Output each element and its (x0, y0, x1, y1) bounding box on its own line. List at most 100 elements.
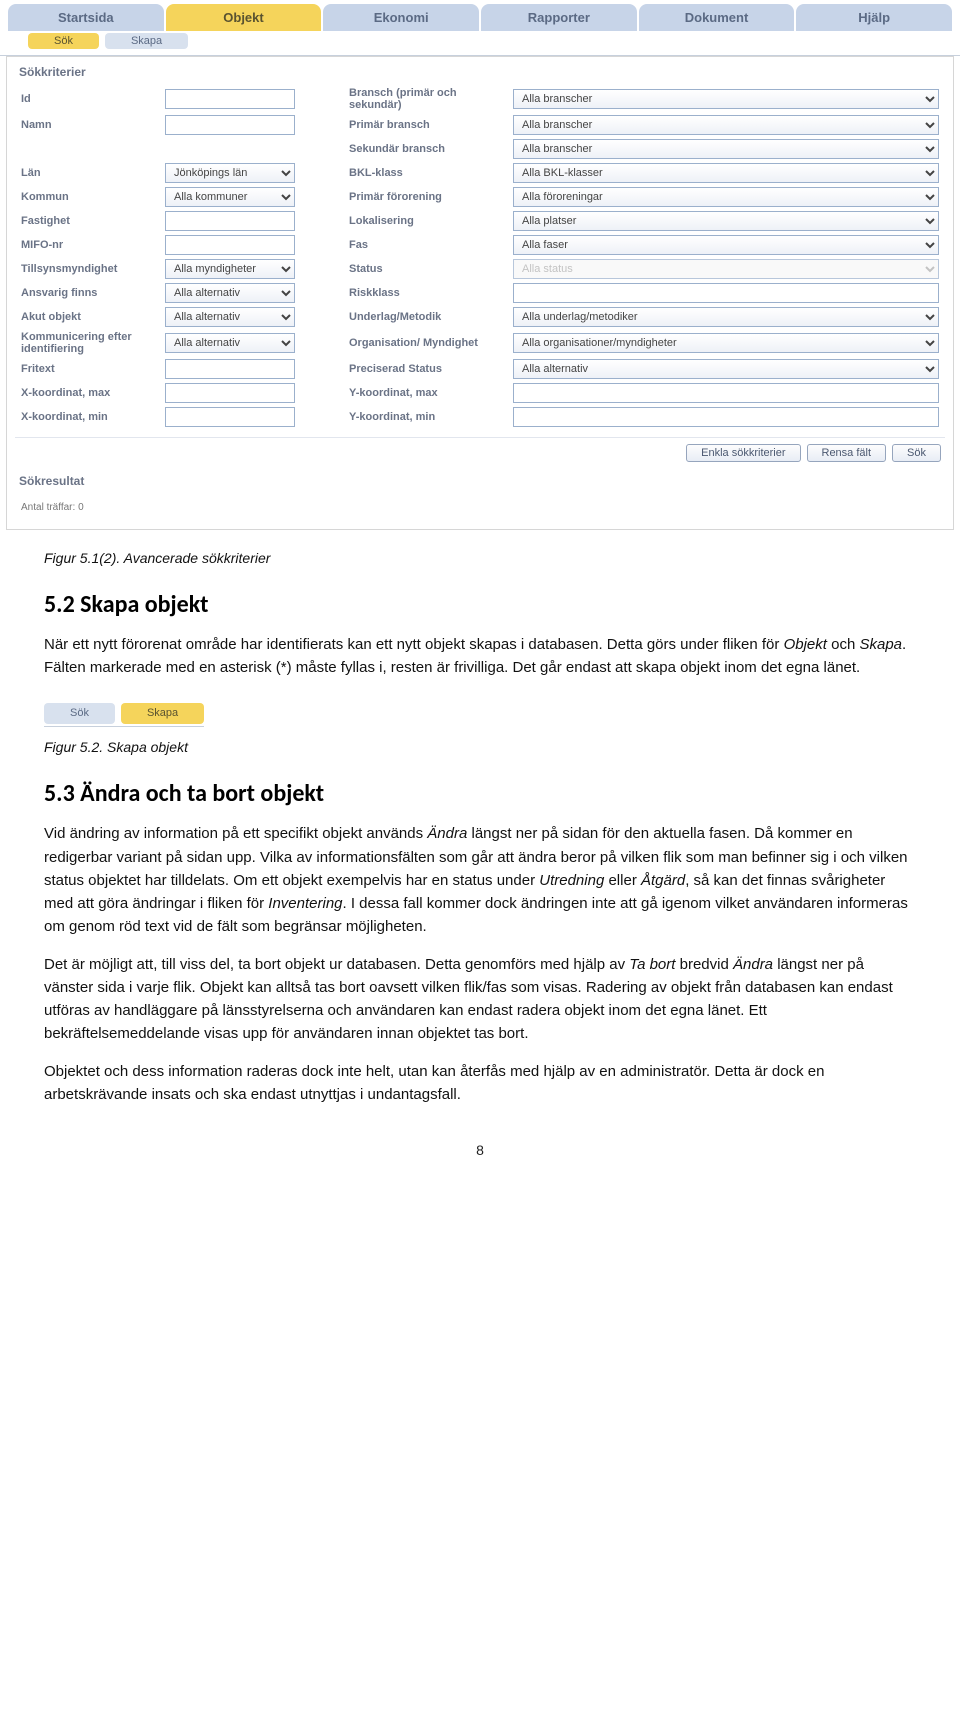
left-input-10[interactable]: Alla alternativ (165, 333, 295, 353)
figure-caption-5-2: Figur 5.2. Skapa objekt (44, 737, 916, 759)
right-input-3[interactable]: Alla BKL-klasser (513, 163, 939, 183)
button-row: Enkla sökkriterier Rensa fält Sök (7, 442, 953, 466)
right-label-12: Y-koordinat, max (349, 387, 499, 399)
left-input-5[interactable] (165, 211, 295, 231)
document-body: Figur 5.1(2). Avancerade sökkriterier 5.… (0, 530, 960, 1202)
right-field-5: Alla platser (513, 211, 939, 231)
right-label-4: Primär förorening (349, 191, 499, 203)
right-input-6[interactable]: Alla faser (513, 235, 939, 255)
figure-subnav-5-2: SökSkapa (44, 703, 204, 727)
left-field-0 (165, 89, 335, 109)
left-input-1[interactable] (165, 115, 295, 135)
right-field-3: Alla BKL-klasser (513, 163, 939, 183)
left-label-11: Fritext (21, 363, 151, 375)
topnav-tab-objekt[interactable]: Objekt (166, 4, 322, 31)
right-field-10: Alla organisationer/myndigheter (513, 333, 939, 353)
right-label-2: Sekundär bransch (349, 143, 499, 155)
left-input-0[interactable] (165, 89, 295, 109)
left-input-9[interactable]: Alla alternativ (165, 307, 295, 327)
right-input-2[interactable]: Alla branscher (513, 139, 939, 159)
search-panel: Sökkriterier Id Bransch (primär och sekun… (6, 56, 954, 530)
subnav-pill-sök[interactable]: Sök (28, 33, 99, 49)
left-input-6[interactable] (165, 235, 295, 255)
right-label-0: Bransch (primär och sekundär) (349, 87, 499, 111)
left-label-13: X-koordinat, min (21, 411, 151, 423)
left-field-8: Alla alternativ (165, 283, 335, 303)
left-label-4: Kommun (21, 191, 151, 203)
left-field-9: Alla alternativ (165, 307, 335, 327)
left-field-11 (165, 359, 335, 379)
left-field-12 (165, 383, 335, 403)
left-input-7[interactable]: Alla myndigheter (165, 259, 295, 279)
left-label-12: X-koordinat, max (21, 387, 151, 399)
search-form-grid: Id Bransch (primär och sekundär) Alla bran… (7, 87, 953, 427)
right-label-10: Organisation/ Myndighet (349, 337, 499, 349)
right-label-7: Status (349, 263, 499, 275)
right-input-5[interactable]: Alla platser (513, 211, 939, 231)
left-label-5: Fastighet (21, 215, 151, 227)
left-input-13[interactable] (165, 407, 295, 427)
right-label-3: BKL-klass (349, 167, 499, 179)
left-field-13 (165, 407, 335, 427)
right-label-6: Fas (349, 239, 499, 251)
right-input-1[interactable]: Alla branscher (513, 115, 939, 135)
right-input-11[interactable]: Alla alternativ (513, 359, 939, 379)
left-input-12[interactable] (165, 383, 295, 403)
left-label-6: MIFO-nr (21, 239, 151, 251)
heading-5-2: 5.2 Skapa objekt (44, 586, 916, 623)
left-input-8[interactable]: Alla alternativ (165, 283, 295, 303)
right-field-13 (513, 407, 939, 427)
left-field-3: Jönköpings län (165, 163, 335, 183)
right-field-2: Alla branscher (513, 139, 939, 159)
right-input-0[interactable]: Alla branscher (513, 89, 939, 109)
left-field-6 (165, 235, 335, 255)
rensa-button[interactable]: Rensa fält (807, 444, 887, 462)
right-field-9: Alla underlag/metodiker (513, 307, 939, 327)
fig-subnav-sök: Sök (44, 703, 115, 724)
left-label-9: Akut objekt (21, 311, 151, 323)
right-field-11: Alla alternativ (513, 359, 939, 379)
enkla-button[interactable]: Enkla sökkriterier (686, 444, 800, 462)
right-label-11: Preciserad Status (349, 363, 499, 375)
topnav-tab-ekonomi[interactable]: Ekonomi (323, 4, 479, 31)
hits-count: Antal träffar: 0 (7, 496, 953, 523)
right-input-7: Alla status (513, 259, 939, 279)
right-label-13: Y-koordinat, min (349, 411, 499, 423)
left-field-1 (165, 115, 335, 135)
topnav-tab-dokument[interactable]: Dokument (639, 4, 795, 31)
figure-caption-5-1-2: Figur 5.1(2). Avancerade sökkriterier (44, 548, 916, 570)
search-criteria-title: Sökkriterier (7, 57, 953, 87)
heading-5-3: 5.3 Ändra och ta bort objekt (44, 775, 916, 812)
right-input-4[interactable]: Alla föroreningar (513, 187, 939, 207)
right-input-9[interactable]: Alla underlag/metodiker (513, 307, 939, 327)
right-field-1: Alla branscher (513, 115, 939, 135)
right-input-8[interactable] (513, 283, 939, 303)
paragraph-5-3-1: Vid ändring av information på ett specif… (44, 822, 916, 938)
right-input-13[interactable] (513, 407, 939, 427)
topnav-tab-startsida[interactable]: Startsida (8, 4, 164, 31)
right-field-0: Alla branscher (513, 89, 939, 109)
left-field-4: Alla kommuner (165, 187, 335, 207)
sok-button[interactable]: Sök (892, 444, 941, 462)
left-label-10: Kommunicering efter identifiering (21, 331, 151, 355)
right-field-12 (513, 383, 939, 403)
right-field-4: Alla föroreningar (513, 187, 939, 207)
left-input-11[interactable] (165, 359, 295, 379)
subnav-pill-skapa[interactable]: Skapa (105, 33, 188, 49)
separator (15, 437, 945, 438)
left-label-1: Namn (21, 119, 151, 131)
page-number: 8 (44, 1140, 916, 1162)
topnav-tab-hjälp[interactable]: Hjälp (796, 4, 952, 31)
left-label-0: Id (21, 93, 151, 105)
left-input-4[interactable]: Alla kommuner (165, 187, 295, 207)
left-label-7: Tillsynsmyndighet (21, 263, 151, 275)
right-input-10[interactable]: Alla organisationer/myndigheter (513, 333, 939, 353)
left-label-3: Län (21, 167, 151, 179)
topnav-tab-rapporter[interactable]: Rapporter (481, 4, 637, 31)
right-input-12[interactable] (513, 383, 939, 403)
right-label-9: Underlag/Metodik (349, 311, 499, 323)
left-field-5 (165, 211, 335, 231)
paragraph-5-2: När ett nytt förorenat område har identi… (44, 633, 916, 680)
left-field-10: Alla alternativ (165, 333, 335, 353)
left-input-3[interactable]: Jönköpings län (165, 163, 295, 183)
